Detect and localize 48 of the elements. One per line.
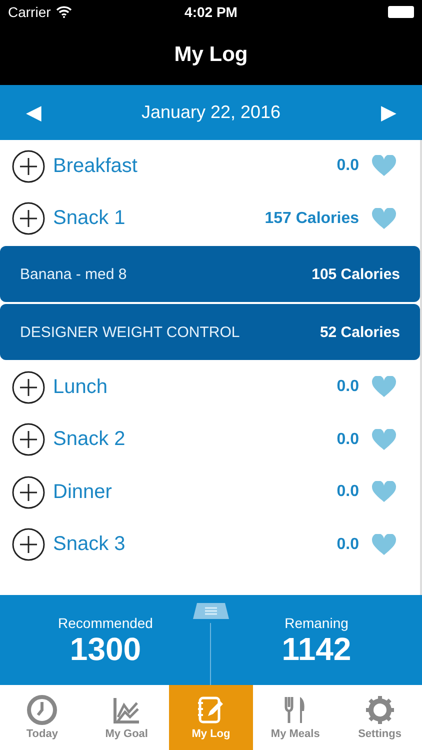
meal-calories: 0.0: [336, 430, 359, 449]
previous-day-button[interactable]: ◀: [26, 100, 41, 125]
tab[interactable]: My Log: [168, 685, 254, 750]
heart-icon[interactable]: [372, 481, 396, 504]
add-icon[interactable]: [12, 150, 45, 183]
clock-icon: [27, 695, 58, 725]
meal-name[interactable]: Breakfast: [53, 154, 337, 178]
remaining-value: 1142: [282, 631, 352, 668]
meal-calories: 157 Calories: [264, 210, 359, 228]
meal-calories: 0.0: [336, 157, 359, 176]
heart-icon[interactable]: [372, 208, 396, 230]
add-icon[interactable]: [12, 528, 45, 562]
screen-title: My Log: [174, 42, 248, 66]
meal-calories: 0.0: [336, 536, 359, 554]
meal-calories: 0.0: [336, 483, 359, 502]
heart-icon[interactable]: [372, 428, 396, 451]
date-label: January 22, 2016: [141, 102, 281, 123]
add-icon[interactable]: [12, 370, 45, 404]
meal-calories: 0.0: [336, 378, 359, 396]
recommended-label: Recommended: [58, 615, 153, 631]
add-icon[interactable]: [12, 476, 45, 509]
notepad-icon: [196, 695, 226, 725]
heart-icon[interactable]: [372, 534, 396, 556]
meal-name[interactable]: Snack 2: [53, 428, 337, 452]
food-entry[interactable]: DESIGNER WEIGHT CONTROL 52 Calories: [0, 304, 420, 360]
food-name: DESIGNER WEIGHT CONTROL: [20, 324, 240, 340]
drawer-handle-icon[interactable]: [193, 603, 229, 619]
food-calories: 52 Calories: [320, 324, 400, 340]
food-calories: 105 Calories: [312, 266, 400, 282]
remaining-label: Remaning: [284, 615, 348, 631]
meal-name[interactable]: Dinner: [53, 480, 337, 504]
heart-icon[interactable]: [372, 155, 396, 178]
heart-icon[interactable]: [372, 376, 396, 398]
carrier-name: Carrier: [8, 4, 51, 20]
food-entry[interactable]: Banana - med 8 105 Calories: [0, 246, 420, 302]
meal-name[interactable]: Snack 1: [53, 207, 265, 230]
add-icon[interactable]: [12, 423, 45, 456]
chart-icon: [112, 695, 142, 725]
meal-name[interactable]: Lunch: [53, 376, 337, 399]
recommended-value: 1300: [70, 631, 142, 668]
add-icon[interactable]: [12, 202, 45, 236]
food-name: Banana - med 8: [20, 266, 127, 282]
meal-name[interactable]: Snack 3: [53, 533, 337, 556]
clock-time: 4:02 PM: [184, 4, 238, 20]
battery-icon: [388, 6, 414, 18]
wifi-icon: [56, 6, 72, 18]
settings-icon: [364, 695, 395, 725]
next-day-button[interactable]: ▶: [380, 100, 396, 125]
